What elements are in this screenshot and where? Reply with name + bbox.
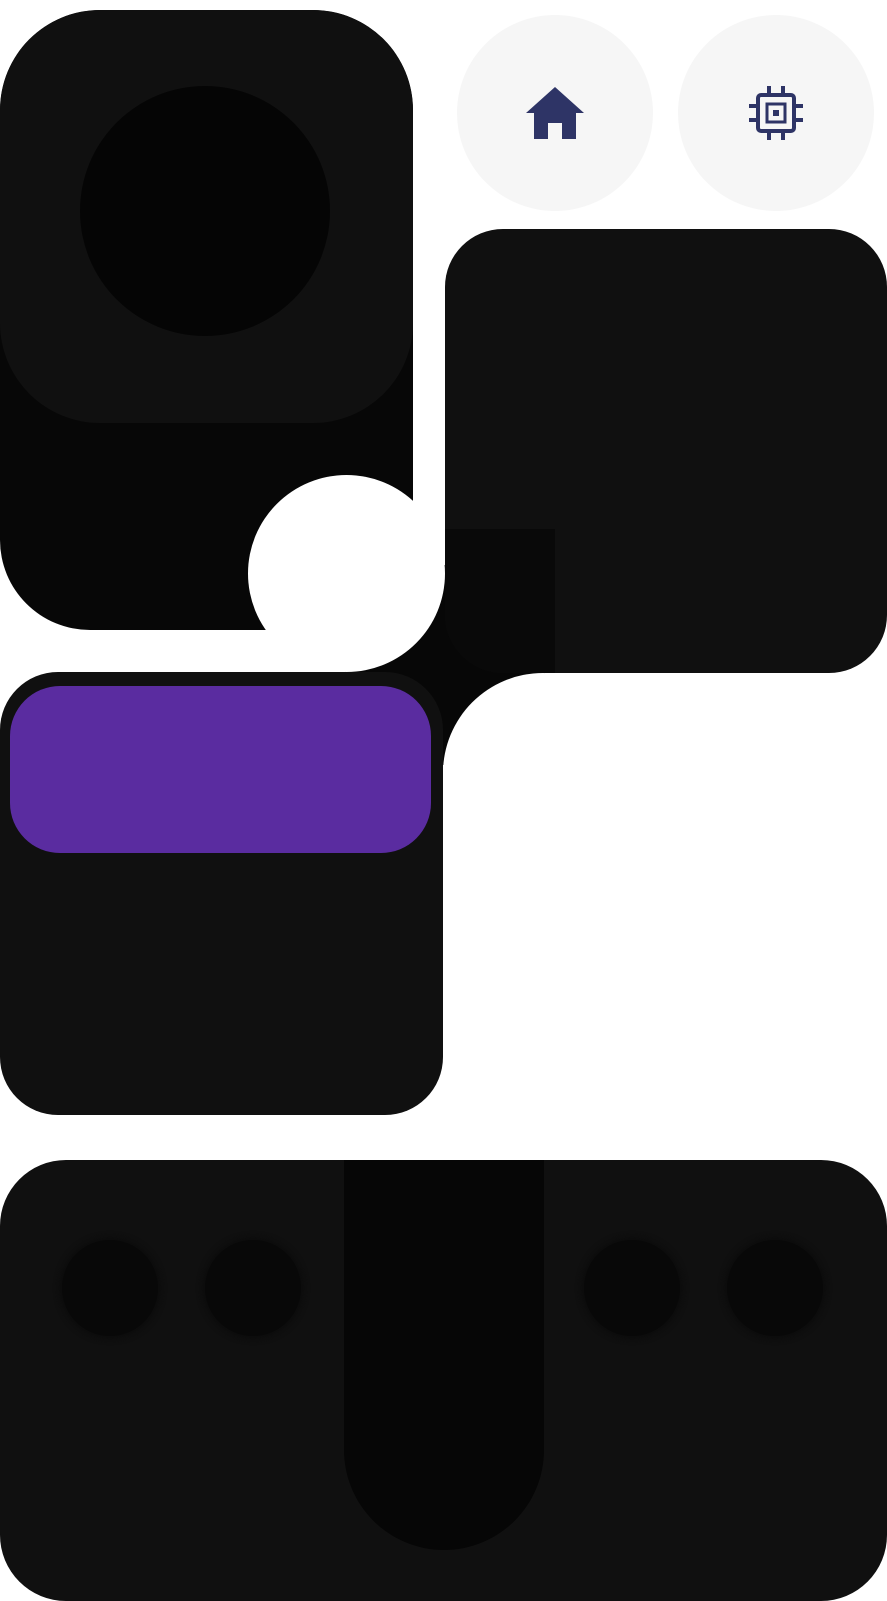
bottom-control-pad <box>0 1160 887 1601</box>
touchpad-panel[interactable] <box>445 229 887 673</box>
accent-action-bar[interactable] <box>10 686 431 853</box>
control-dot-1[interactable] <box>62 1240 158 1336</box>
center-scroll-channel[interactable] <box>344 1160 544 1550</box>
power-button[interactable] <box>80 86 330 336</box>
device-settings-button[interactable] <box>678 15 874 211</box>
home-button[interactable] <box>457 15 653 211</box>
cpu-chip-icon <box>748 85 804 141</box>
control-dot-4[interactable] <box>727 1240 823 1336</box>
control-dot-2[interactable] <box>205 1240 301 1336</box>
home-icon <box>524 85 586 141</box>
remote-control-screen <box>0 0 887 1601</box>
connector-curve-top <box>248 475 445 672</box>
touchpad-corner-shade <box>445 529 555 673</box>
control-dot-3[interactable] <box>584 1240 680 1336</box>
connector-curve-bottom <box>443 673 643 873</box>
